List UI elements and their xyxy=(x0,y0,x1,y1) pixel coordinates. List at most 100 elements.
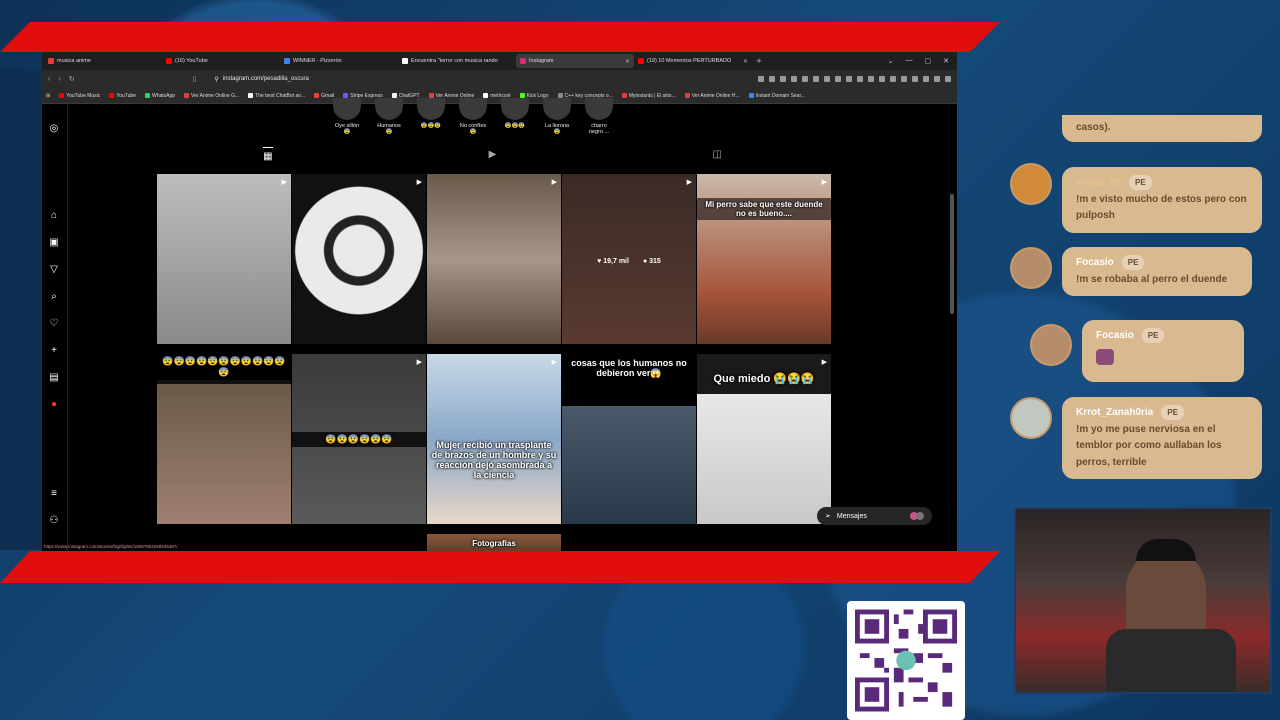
site-info-icon[interactable]: ⚲ xyxy=(214,76,218,83)
post-thumbnail[interactable]: ▶😨😨😨😨😨😨😨😨😨😨😨😨 xyxy=(157,354,291,524)
post-thumbnail[interactable]: ▶ xyxy=(292,174,426,344)
post-thumbnail[interactable]: ▶ ♥ 19,7 mil ● 315 xyxy=(562,174,696,344)
extension-icon[interactable] xyxy=(912,76,918,82)
home-icon[interactable]: ⌂ xyxy=(48,209,60,221)
grid-tab-icon[interactable]: ▦ xyxy=(263,146,273,162)
tab-winner[interactable]: WINNER - Pizzerón xyxy=(280,54,398,68)
close-window-icon[interactable]: ✕ xyxy=(943,57,949,65)
extension-icon[interactable] xyxy=(824,76,830,82)
bookmark-item[interactable]: WhatsApp xyxy=(144,93,175,99)
menu-icon[interactable]: ≡ xyxy=(48,487,60,499)
story-highlight[interactable]: 😨😨😨 xyxy=(500,98,530,135)
tab-musica-anime[interactable]: musica anime xyxy=(44,54,162,68)
extension-icon[interactable] xyxy=(901,76,907,82)
extension-icon[interactable] xyxy=(769,76,775,82)
story-highlight[interactable]: charro negro ... xyxy=(584,98,614,135)
extension-icon[interactable] xyxy=(934,76,940,82)
bookmark-item[interactable]: Myinstants | El sitio... xyxy=(621,93,676,99)
extension-icon[interactable] xyxy=(945,76,951,82)
extension-icon[interactable] xyxy=(890,76,896,82)
maximize-icon[interactable]: ▢ xyxy=(925,57,932,65)
explore-icon[interactable]: ▽ xyxy=(48,263,60,275)
bookmark-item[interactable]: YouTube xyxy=(109,93,136,99)
search-icon[interactable]: ⌕ xyxy=(48,290,60,302)
bookmark-label: YouTube xyxy=(116,92,136,99)
story-highlight[interactable]: No confíes 😨 xyxy=(458,98,488,135)
chat-bubble: casos). xyxy=(1062,115,1262,142)
chevron-down-icon[interactable]: ⌄ xyxy=(888,57,894,65)
tiktok-icon xyxy=(402,58,408,64)
bookmark-item[interactable]: The best ChatBot an... xyxy=(248,93,305,99)
chat-bubble: Focasio PE !m se robaba al perro el duend… xyxy=(1062,247,1252,297)
post-thumbnail[interactable]: ▶ Mujer recibió un trasplante de brazos d… xyxy=(427,354,561,524)
story-highlight[interactable]: Oye sillón 😨 xyxy=(332,98,362,135)
post-thumbnail[interactable]: ▶ Mi perro sabe que este duende no es bue… xyxy=(697,174,831,344)
country-badge: PE xyxy=(1129,175,1152,191)
chat-text: !m e visto mucho de estos pero con pulpo… xyxy=(1076,193,1247,222)
instagram-logo-icon[interactable]: ◎ xyxy=(48,122,60,134)
extension-icon[interactable] xyxy=(813,76,819,82)
extension-icon[interactable] xyxy=(758,76,764,82)
url-field[interactable]: ⚲ instagram.com/pesadilla_oscura xyxy=(208,73,668,85)
bookmark-icon[interactable]: ▯ xyxy=(193,75,197,83)
minimize-icon[interactable]: — xyxy=(906,57,913,65)
extension-icon[interactable] xyxy=(923,76,929,82)
apps-icon[interactable]: ⊞ xyxy=(46,93,50,99)
reels-icon[interactable]: ▣ xyxy=(48,236,60,248)
extension-icon[interactable] xyxy=(868,76,874,82)
extension-icon[interactable] xyxy=(802,76,808,82)
bookmark-item[interactable]: Ver Anime Online G... xyxy=(184,93,239,99)
reels-tab-icon[interactable]: ▶ xyxy=(489,149,497,160)
messages-label: Mensajes xyxy=(836,512,867,520)
tab-youtube[interactable]: (16) YouTube xyxy=(162,54,280,68)
highlight-label: Humanos 😨 xyxy=(377,123,401,135)
extension-icon[interactable] xyxy=(835,76,841,82)
bookmark-favicon xyxy=(59,93,65,98)
forward-icon[interactable]: › xyxy=(58,76,60,83)
tab-label: WINNER - Pizzerón xyxy=(293,58,342,64)
chat-username: Krrot_Zanah0ria xyxy=(1076,407,1154,419)
post-thumbnail[interactable]: ▶cosas que los humanos no debieron ver😱 xyxy=(562,354,696,524)
tab-tiktok-search[interactable]: Encuentra "terror con musica rando xyxy=(398,54,516,68)
threads-icon[interactable]: ⚇ xyxy=(48,514,60,526)
extension-icon[interactable] xyxy=(780,76,786,82)
chat-message: estela_09 PE !m e visto mucho de estos pe… xyxy=(1010,163,1265,243)
story-highlight[interactable]: La llorona 😨 xyxy=(542,98,572,135)
left-decor-strip xyxy=(0,70,42,550)
profile-avatar-icon[interactable]: ● xyxy=(48,398,60,410)
create-icon[interactable]: + xyxy=(48,344,60,356)
chat-username: Focasio xyxy=(1076,257,1114,269)
extension-icon[interactable] xyxy=(879,76,885,82)
messages-button[interactable]: ➢ Mensajes xyxy=(817,507,932,525)
story-highlight[interactable]: Humanos 😨 xyxy=(374,98,404,135)
scrollbar[interactable] xyxy=(950,194,954,314)
country-badge: PE xyxy=(1121,255,1145,271)
notifications-icon[interactable]: ♡ xyxy=(48,317,60,329)
new-tab-button[interactable]: + xyxy=(752,56,766,66)
post-thumbnail[interactable]: ▶ 😨😨😨😨😨😨 xyxy=(292,354,426,524)
post-thumbnail[interactable]: Fotografías xyxy=(427,534,561,551)
tab-youtube-momentos[interactable]: (19) 10 Momentos PERTURBADO ✕ xyxy=(634,54,752,68)
post-thumbnail[interactable]: ▶ xyxy=(427,174,561,344)
bookmark-item[interactable]: Ver Anime Online H... xyxy=(684,92,740,99)
extension-icon[interactable] xyxy=(791,76,797,82)
extension-icon[interactable] xyxy=(846,76,852,82)
bookmark-label: Ver Anime Online H... xyxy=(691,92,740,99)
bookmark-item[interactable]: YouTube Music xyxy=(59,93,100,99)
red-band-bottom xyxy=(0,551,1000,583)
post-thumbnail[interactable]: ▶ xyxy=(157,174,291,344)
extension-icon[interactable] xyxy=(857,76,863,82)
tagged-tab-icon[interactable]: ◫ xyxy=(712,149,721,160)
close-tab-icon[interactable]: ✕ xyxy=(625,58,630,65)
highlight-cover xyxy=(417,98,445,120)
story-highlight[interactable]: 😨😨😨 xyxy=(416,98,446,135)
back-icon[interactable]: ‹ xyxy=(48,76,50,83)
bookmark-item[interactable]: Instant Domain Sear... xyxy=(748,93,805,99)
post-thumbnail[interactable]: ▶ Que miedo 😭😭😭 xyxy=(697,354,831,524)
tab-favicon xyxy=(48,58,54,64)
close-tab-icon[interactable]: ✕ xyxy=(743,58,748,65)
tab-instagram[interactable]: Instagram ✕ xyxy=(516,54,634,68)
tab-label: Instagram xyxy=(529,58,554,64)
dashboard-icon[interactable]: ▤ xyxy=(48,371,60,383)
reload-icon[interactable]: ↻ xyxy=(69,75,75,83)
